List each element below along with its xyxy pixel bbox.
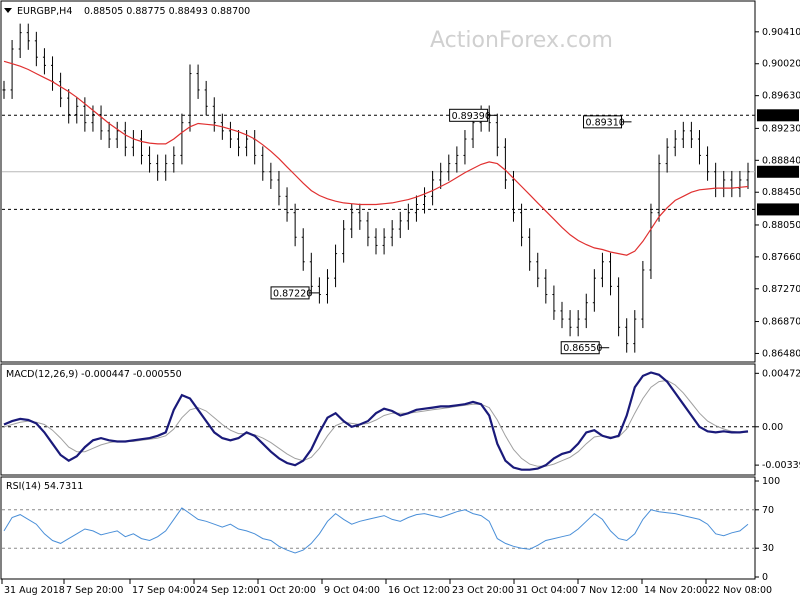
y-tick-label: 0.00 [762, 422, 783, 433]
main-y-axis: 0.90410 0.90020 0.89630 0.89230 0.88840 0.884… [755, 27, 800, 359]
y-tick-label: 0.87270 [762, 284, 800, 295]
x-tick-label: 24 Sep 12:00 [196, 585, 259, 596]
rsi-y-axis: 100 70 30 0 [755, 476, 780, 583]
y-tick-label: 0.88450 [762, 187, 800, 198]
watermark: ActionForex.com [430, 28, 613, 53]
x-tick-label: 17 Sep 04:00 [132, 585, 195, 596]
x-tick-label: 16 Oct 12:00 [388, 585, 450, 596]
x-tick-label: 22 Nov 08:00 [708, 585, 772, 596]
header-ohlc: 0.88505 0.88775 0.88493 0.88700 [84, 6, 250, 17]
y-tick-label: 70 [762, 505, 774, 516]
current-price-label: 0.88700 [760, 167, 799, 178]
y-tick-label: 0.89230 [762, 123, 800, 134]
macd-signal-line [3, 379, 748, 467]
rsi-line [3, 507, 749, 554]
macd-series [3, 371, 749, 471]
x-tick-label: 23 Oct 20:00 [452, 585, 514, 596]
y-tick-label: 0.90020 [762, 59, 800, 70]
macd-title: MACD(12,26,9) -0.000447 -0.000550 [6, 369, 182, 380]
header-dropdown-icon[interactable] [4, 8, 12, 13]
x-tick-label: 1 Oct 20:00 [260, 585, 316, 596]
rsi-panel-frame [0, 476, 756, 580]
rsi-title: RSI(14) 54.7311 [6, 481, 83, 492]
y-tick-label: 0.86870 [762, 317, 800, 328]
main-grid [2, 114, 755, 210]
x-tick-label: 31 Oct 04:00 [516, 585, 578, 596]
x-tick-label: 14 Nov 20:00 [644, 585, 708, 596]
chart-canvas: ActionForex.com EURGBP,H4 0.88505 0.8877… [0, 0, 800, 596]
x-tick-label: 31 Aug 2018 [4, 585, 65, 596]
moving-average-line [3, 60, 749, 256]
x-tick-label: 7 Nov 12:00 [580, 585, 638, 596]
price-annotation-label: 0.87220 [273, 288, 312, 299]
price-annotation-label: 0.89310 [586, 117, 625, 128]
macd-line [3, 371, 749, 471]
y-tick-label: 0.88050 [762, 220, 800, 231]
y-tick-label: 100 [762, 476, 780, 487]
x-tick-label: 9 Oct 04:00 [324, 585, 380, 596]
y-tick-label: 0.004729 [762, 368, 800, 379]
macd-panel-frame [0, 363, 756, 476]
price-annotation-label: 0.89390 [452, 111, 491, 122]
rsi-grid [2, 509, 755, 549]
y-tick-label: 0.86480 [762, 348, 800, 359]
level-marker-label: 0.88240 [760, 205, 799, 216]
x-tick-label: 7 Sep 20:00 [66, 585, 123, 596]
y-tick-label: 0 [762, 572, 768, 583]
rsi-series [3, 507, 749, 554]
main-panel-frame [0, 0, 756, 363]
y-tick-label: 30 [762, 543, 774, 554]
header-symbol: EURGBP,H4 [17, 6, 72, 17]
main-series [2, 23, 750, 353]
y-tick-label: 0.89630 [762, 91, 800, 102]
level-marker-label: 0.89390 [760, 111, 799, 122]
y-tick-label: 0.88840 [762, 155, 800, 166]
y-tick-label: 0.90410 [762, 27, 800, 38]
main-annotations: 0.89390 0.89310 0.87220 0.86550 [270, 108, 632, 355]
y-tick-label: 0.87660 [762, 252, 800, 263]
macd-y-axis: 0.004729 0.00 -0.003391 [755, 368, 800, 471]
x-axis: 31 Aug 2018 7 Sep 20:00 17 Sep 04:00 24 Sep… [1, 579, 772, 596]
y-tick-label: -0.003391 [762, 460, 800, 471]
price-annotation-label: 0.86550 [563, 343, 602, 354]
